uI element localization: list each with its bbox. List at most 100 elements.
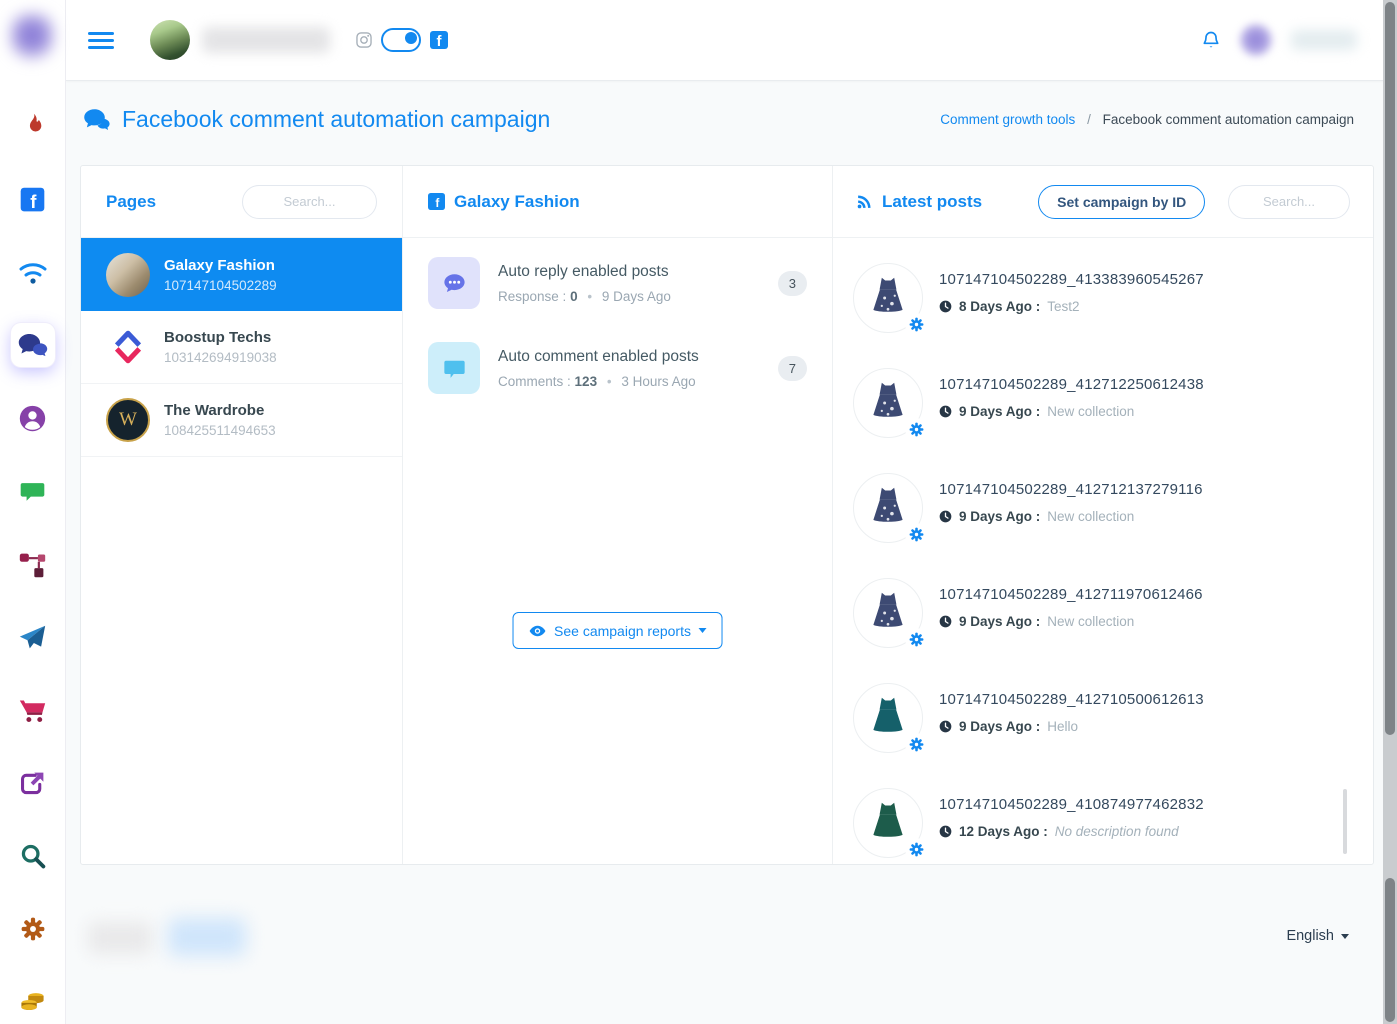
sidebar-item-facebook[interactable]: f xyxy=(11,177,55,221)
sidebar-item-trending[interactable] xyxy=(11,104,55,148)
message-icon xyxy=(19,478,46,505)
pages-search-input[interactable] xyxy=(242,184,377,219)
post-description: New collection xyxy=(1047,509,1135,524)
sidebar-item-messages[interactable] xyxy=(11,469,55,513)
page-avatar: W xyxy=(106,398,150,442)
svg-text:f: f xyxy=(435,196,439,210)
post-settings-gear-icon[interactable] xyxy=(905,313,927,335)
toggle-knob xyxy=(405,32,417,44)
post-age: 9 Days Ago : xyxy=(959,719,1041,734)
coins-icon xyxy=(18,989,47,1015)
auto-comment-posts-row[interactable]: Auto comment enabled posts Comments : 12… xyxy=(403,328,832,408)
sidebar-item-share[interactable] xyxy=(11,761,55,805)
flame-icon xyxy=(19,112,47,140)
scrollbar-thumb[interactable] xyxy=(1385,878,1395,1022)
chat-bubbles-icon xyxy=(17,331,49,360)
post-id[interactable]: 107147104502289_413383960545267 xyxy=(939,271,1204,288)
post-id[interactable]: 107147104502289_412710500612613 xyxy=(939,691,1204,708)
svg-text:f: f xyxy=(30,190,37,211)
post-settings-gear-icon[interactable] xyxy=(905,733,927,755)
clock-icon xyxy=(939,720,952,733)
sitemap-icon xyxy=(18,550,47,579)
row-meta: Response : 0 • 9 Days Ago xyxy=(498,288,671,304)
user-icon xyxy=(18,404,47,433)
post-id[interactable]: 107147104502289_412711970612466 xyxy=(939,586,1203,603)
scrollbar-thumb[interactable] xyxy=(1385,2,1395,735)
page-scrollbar[interactable] xyxy=(1383,0,1397,1024)
comments-icon xyxy=(83,108,111,132)
clock-icon xyxy=(939,615,952,628)
icon-sidebar: f xyxy=(0,0,66,1024)
see-campaign-reports-button[interactable]: See campaign reports xyxy=(512,612,723,649)
auto-reply-posts-row[interactable]: Auto reply enabled posts Response : 0 • … xyxy=(403,243,832,323)
latest-posts-panel: Latest posts Set campaign by ID Search..… xyxy=(833,166,1373,864)
sidebar-item-campaigns[interactable] xyxy=(11,615,55,659)
post-age: 9 Days Ago : xyxy=(959,614,1041,629)
connected-user-name-blurred xyxy=(202,27,330,53)
page-name: Galaxy Fashion xyxy=(164,256,275,274)
campaign-card: Pages Galaxy Fashion 107147104502289 Boo… xyxy=(80,165,1374,865)
post-id[interactable]: 107147104502289_412712137279116 xyxy=(939,481,1203,498)
footer-badge-blurred xyxy=(168,918,246,956)
footer-text-blurred xyxy=(88,922,152,954)
post-settings-gear-icon[interactable] xyxy=(905,838,927,860)
sidebar-item-users[interactable] xyxy=(11,396,55,440)
posts-search-input[interactable] xyxy=(1228,184,1350,219)
page-avatar xyxy=(106,325,150,369)
page-item-boostup-techs[interactable]: Boostup Techs 103142694919038 xyxy=(81,311,402,384)
comment-bubble-icon xyxy=(428,342,480,394)
reply-bubble-icon xyxy=(428,257,480,309)
post-id[interactable]: 107147104502289_410874977462832 xyxy=(939,796,1204,813)
language-selector[interactable]: English xyxy=(1286,928,1349,944)
post-settings-gear-icon[interactable] xyxy=(905,418,927,440)
post-item: 107147104502289_412711970612466 9 Days A… xyxy=(833,561,1373,666)
post-item: 107147104502289_410874977462832 12 Days … xyxy=(833,771,1373,876)
caret-down-icon xyxy=(1341,933,1349,939)
pages-panel-title: Pages xyxy=(106,191,157,211)
breadcrumb-link[interactable]: Comment growth tools xyxy=(940,112,1075,127)
notifications-bell-icon[interactable] xyxy=(1201,30,1221,50)
post-settings-gear-icon[interactable] xyxy=(905,523,927,545)
instagram-icon[interactable] xyxy=(356,32,372,48)
posts-panel-title: Latest posts xyxy=(882,191,983,211)
facebook-toggle-icon[interactable]: f xyxy=(430,31,448,49)
cart-icon xyxy=(18,696,47,725)
post-description: Hello xyxy=(1047,719,1079,734)
search-icon xyxy=(18,842,47,871)
pages-panel: Pages Galaxy Fashion 107147104502289 Boo… xyxy=(81,166,403,864)
page-name: Boostup Techs xyxy=(164,329,272,346)
posts-scrollbar[interactable] xyxy=(1343,789,1347,854)
connected-user-avatar xyxy=(150,20,190,60)
sidebar-item-broadcast[interactable] xyxy=(11,250,55,294)
post-item: 107147104502289_412710500612613 9 Days A… xyxy=(833,666,1373,771)
post-age: 9 Days Ago : xyxy=(959,509,1041,524)
clock-icon xyxy=(939,300,952,313)
post-age: 12 Days Ago : xyxy=(959,824,1048,839)
breadcrumb-current: Facebook comment automation campaign xyxy=(1102,112,1354,127)
account-avatar-blurred[interactable] xyxy=(1239,23,1273,57)
sidebar-item-ecommerce[interactable] xyxy=(11,688,55,732)
breadcrumb-separator: / xyxy=(1087,112,1091,127)
page-name: The Wardrobe xyxy=(164,402,265,419)
sidebar-item-settings[interactable] xyxy=(11,907,55,951)
sidebar-item-comment-automation[interactable] xyxy=(10,323,55,367)
account-name-blurred xyxy=(1291,30,1357,50)
sidebar-item-search-tools[interactable] xyxy=(11,834,55,878)
clock-icon xyxy=(939,405,952,418)
sidebar-item-billing[interactable] xyxy=(11,980,55,1024)
post-settings-gear-icon[interactable] xyxy=(905,628,927,650)
sidebar-item-flows[interactable] xyxy=(11,542,55,586)
row-meta: Comments : 123 • 3 Hours Ago xyxy=(498,373,696,389)
post-item: 107147104502289_413383960545267 8 Days A… xyxy=(833,246,1373,351)
set-campaign-by-id-button[interactable]: Set campaign by ID xyxy=(1038,184,1206,219)
platform-toggle[interactable] xyxy=(381,28,421,52)
caret-down-icon xyxy=(698,628,707,633)
page-avatar xyxy=(106,252,150,297)
hamburger-menu-icon[interactable] xyxy=(88,31,114,49)
page-item-the-wardrobe[interactable]: W The Wardrobe 108425511494653 xyxy=(81,384,402,457)
post-id[interactable]: 107147104502289_412712250612438 xyxy=(939,376,1204,393)
page-item-galaxy-fashion[interactable]: Galaxy Fashion 107147104502289 xyxy=(81,238,402,311)
post-description: New collection xyxy=(1047,614,1135,629)
clock-icon xyxy=(939,825,952,838)
facebook-icon: f xyxy=(19,186,46,213)
